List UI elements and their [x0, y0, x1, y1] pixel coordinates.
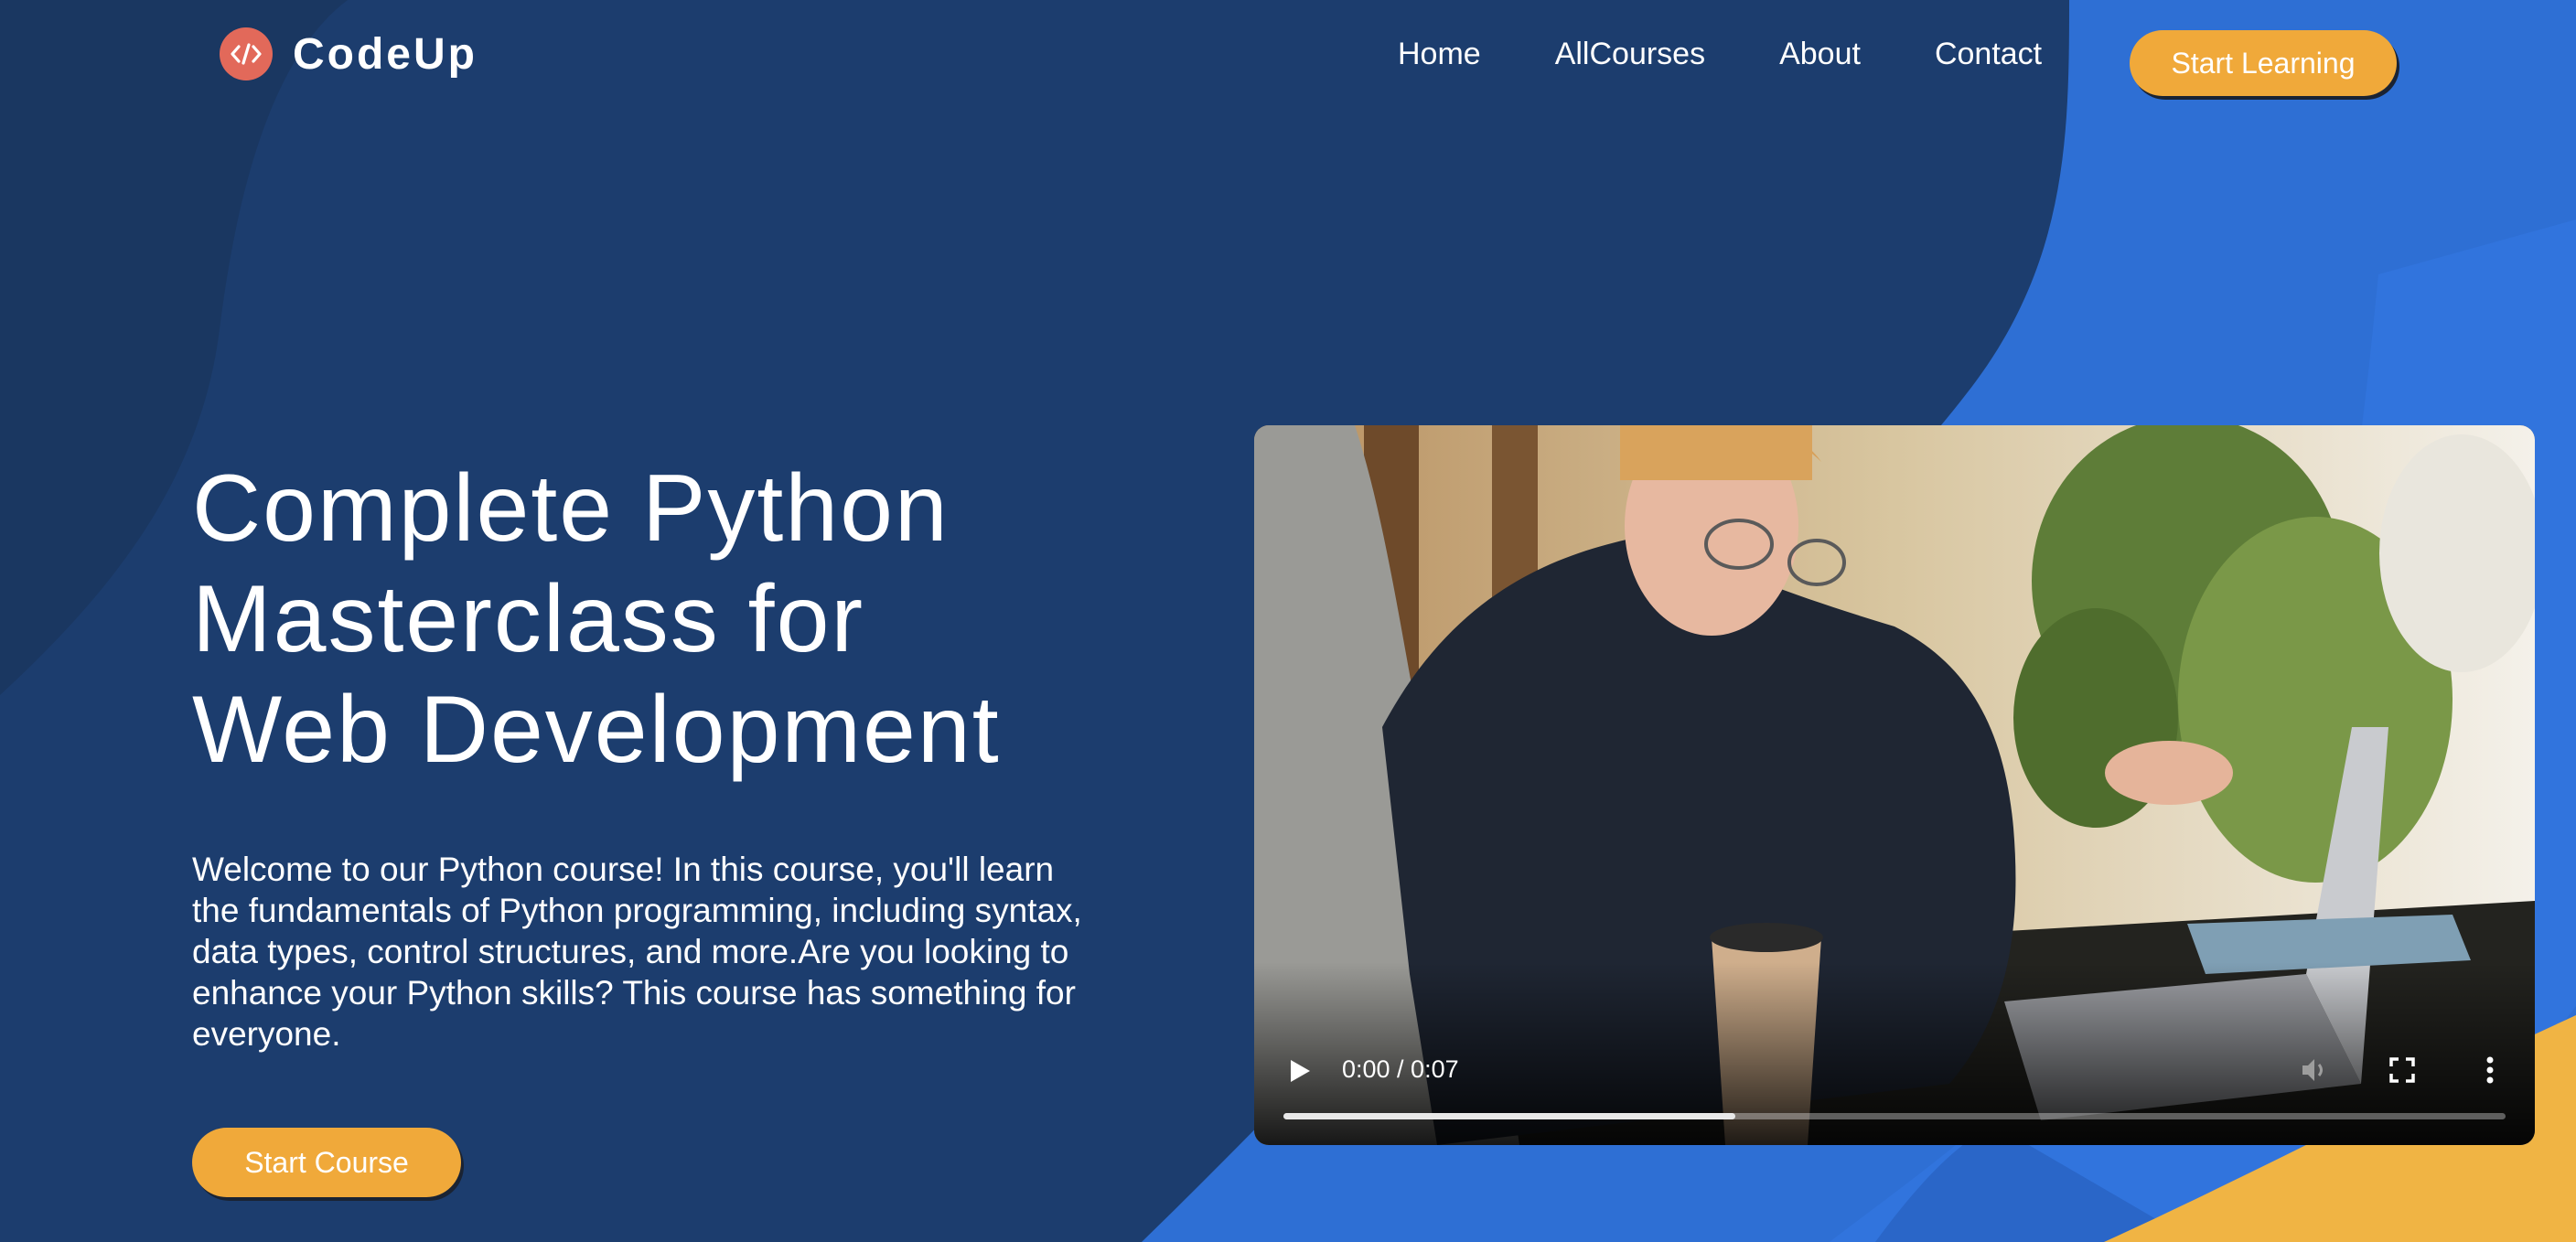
logo-text: CodeUp: [293, 29, 478, 79]
volume-icon[interactable]: [2298, 1054, 2331, 1087]
video-player[interactable]: 0:00 / 0:07: [1254, 425, 2535, 1145]
hero-description: Welcome to our Python course! In this co…: [192, 851, 1082, 1053]
hero-title-line-3: Web Development: [192, 677, 1001, 783]
main-nav: Home AllCourses About Contact: [1398, 37, 2116, 72]
code-brackets-icon: [220, 27, 273, 80]
nav-about[interactable]: About: [1779, 37, 1861, 72]
video-progress-bar[interactable]: [1283, 1113, 2506, 1119]
page: CodeUp Home AllCourses About Contact Sta…: [0, 0, 2576, 1242]
logo[interactable]: CodeUp: [220, 27, 478, 80]
hero-title: Complete Python Masterclass for Web Deve…: [192, 454, 1198, 786]
hero-title-line-1: Complete Python: [192, 455, 950, 562]
start-learning-button[interactable]: Start Learning: [2130, 30, 2397, 96]
nav-contact[interactable]: Contact: [1935, 37, 2042, 72]
fullscreen-icon[interactable]: [2386, 1054, 2419, 1087]
video-buffered-fill: [1283, 1113, 1736, 1119]
start-course-button[interactable]: Start Course: [192, 1128, 461, 1197]
nav-all-courses[interactable]: AllCourses: [1555, 37, 1705, 72]
video-time-display: 0:00 / 0:07: [1342, 1055, 1459, 1083]
hero-title-line-2: Masterclass for: [192, 566, 865, 672]
nav-home[interactable]: Home: [1398, 37, 1481, 72]
more-options-icon[interactable]: [2474, 1054, 2506, 1087]
video-controls: 0:00 / 0:07: [1254, 1017, 2535, 1145]
play-icon[interactable]: [1285, 1057, 1313, 1085]
